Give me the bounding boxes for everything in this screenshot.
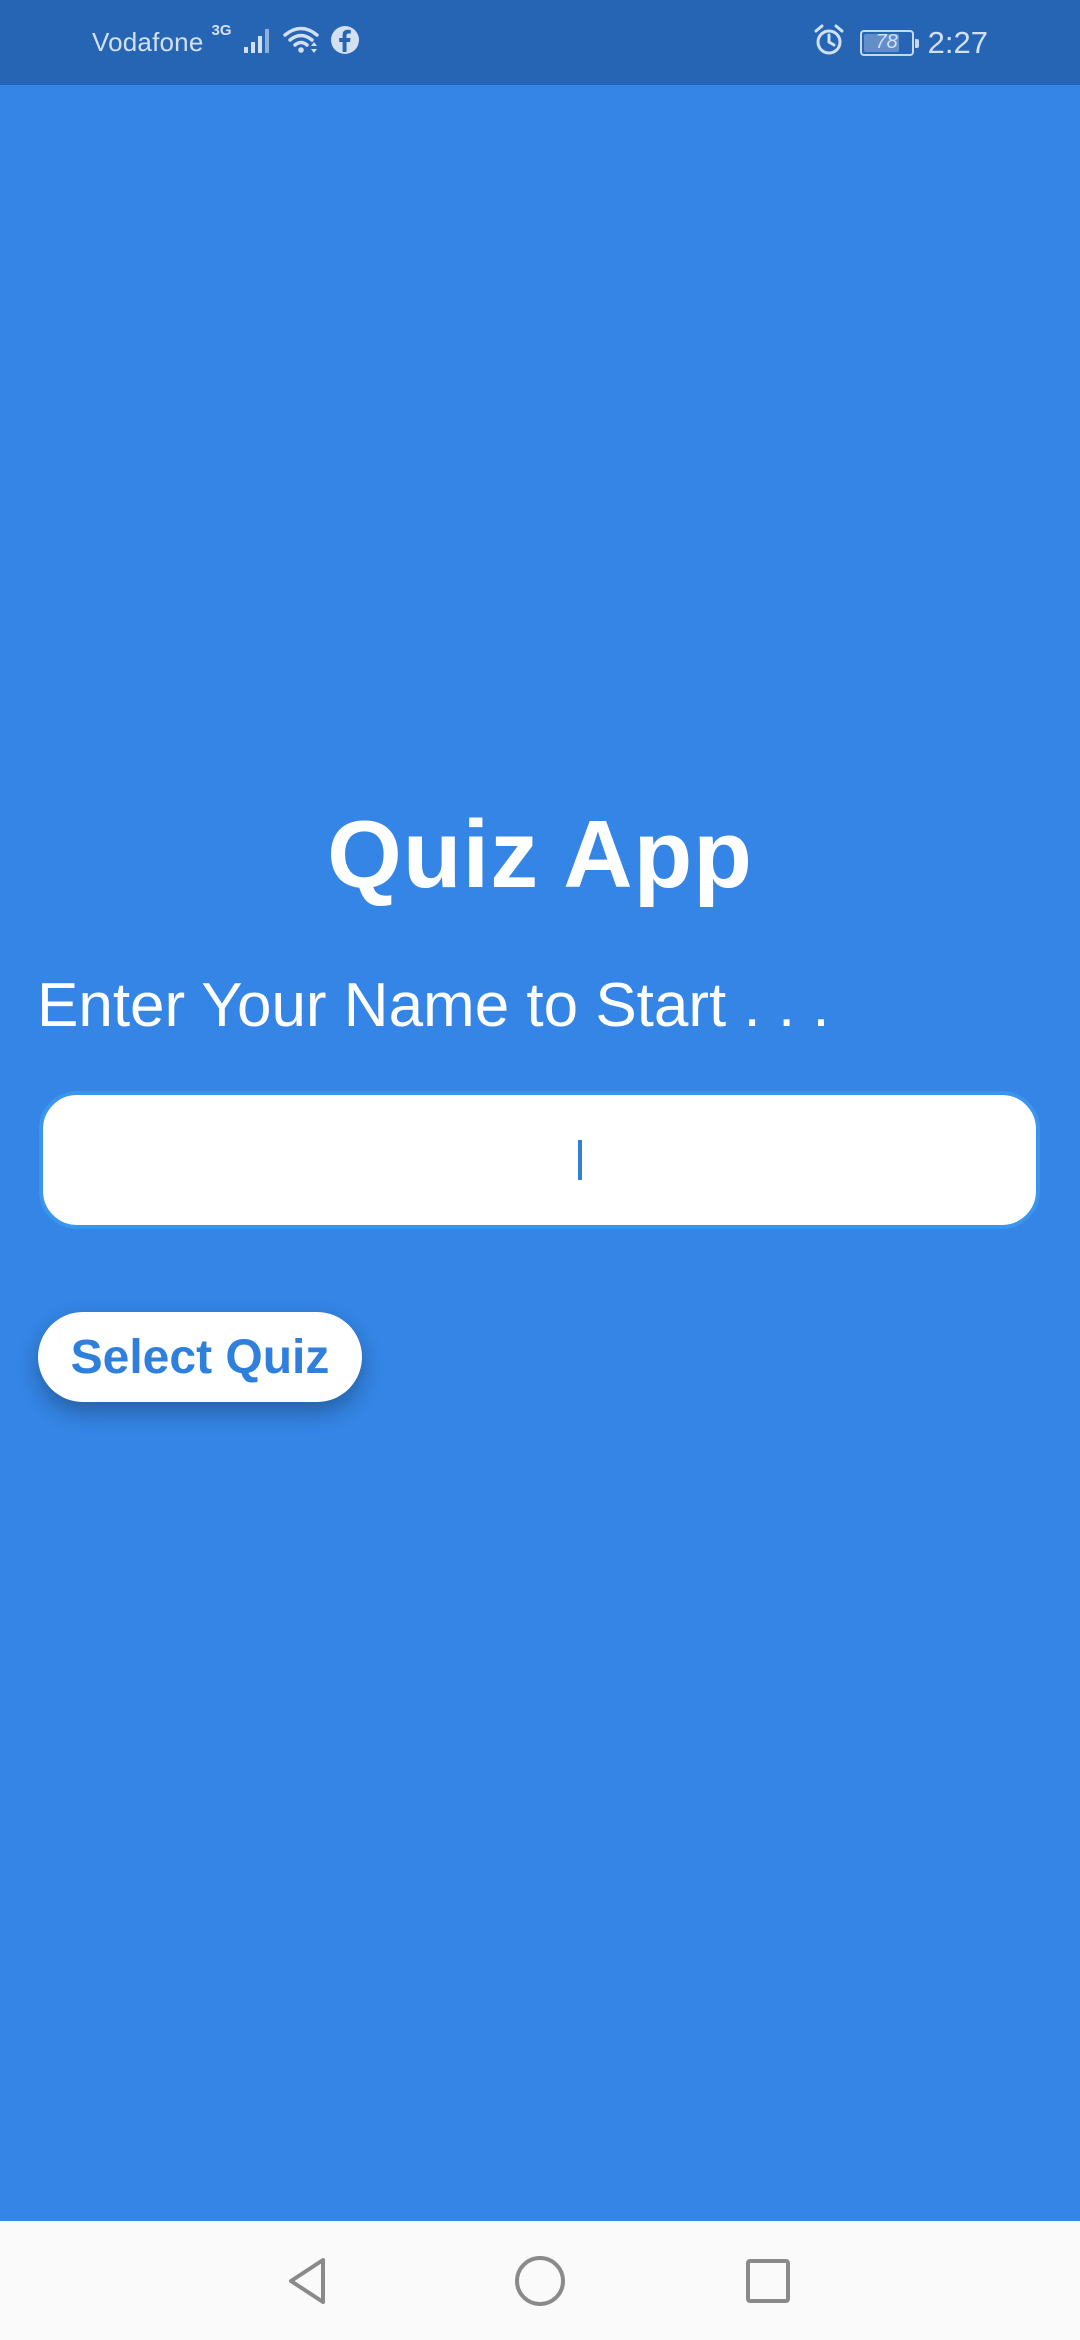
app-title: Quiz App: [327, 801, 753, 908]
alarm-icon: [812, 23, 846, 62]
battery-cap: [914, 38, 919, 48]
status-bar: Vodafone 3G 78 2:27: [0, 0, 1080, 85]
name-prompt: Enter Your Name to Start . . .: [37, 971, 830, 1040]
battery-percent: 78: [875, 31, 898, 53]
recents-icon: [746, 2259, 790, 2303]
network-type: 3G: [211, 22, 232, 39]
clock: 2:27: [927, 24, 988, 60]
facebook-icon: [330, 25, 360, 60]
select-quiz-button[interactable]: Select Quiz: [38, 1312, 362, 1402]
name-input-field[interactable]: [39, 1091, 1040, 1229]
navigation-bar: [0, 2221, 1080, 2340]
home-icon: [515, 2256, 565, 2306]
recents-button[interactable]: [738, 2251, 798, 2311]
back-button[interactable]: [278, 2251, 338, 2311]
home-button[interactable]: [510, 2251, 570, 2311]
status-left: Vodafone 3G: [92, 0, 360, 85]
carrier-name: Vodafone: [92, 27, 204, 57]
status-right: 78 2:27: [812, 0, 988, 85]
name-input[interactable]: [90, 1131, 989, 1189]
text-cursor: [578, 1140, 582, 1180]
wifi-icon: [282, 25, 320, 60]
signal-icon: [242, 25, 272, 60]
battery-icon: 78: [859, 29, 919, 56]
back-icon: [289, 2258, 325, 2304]
